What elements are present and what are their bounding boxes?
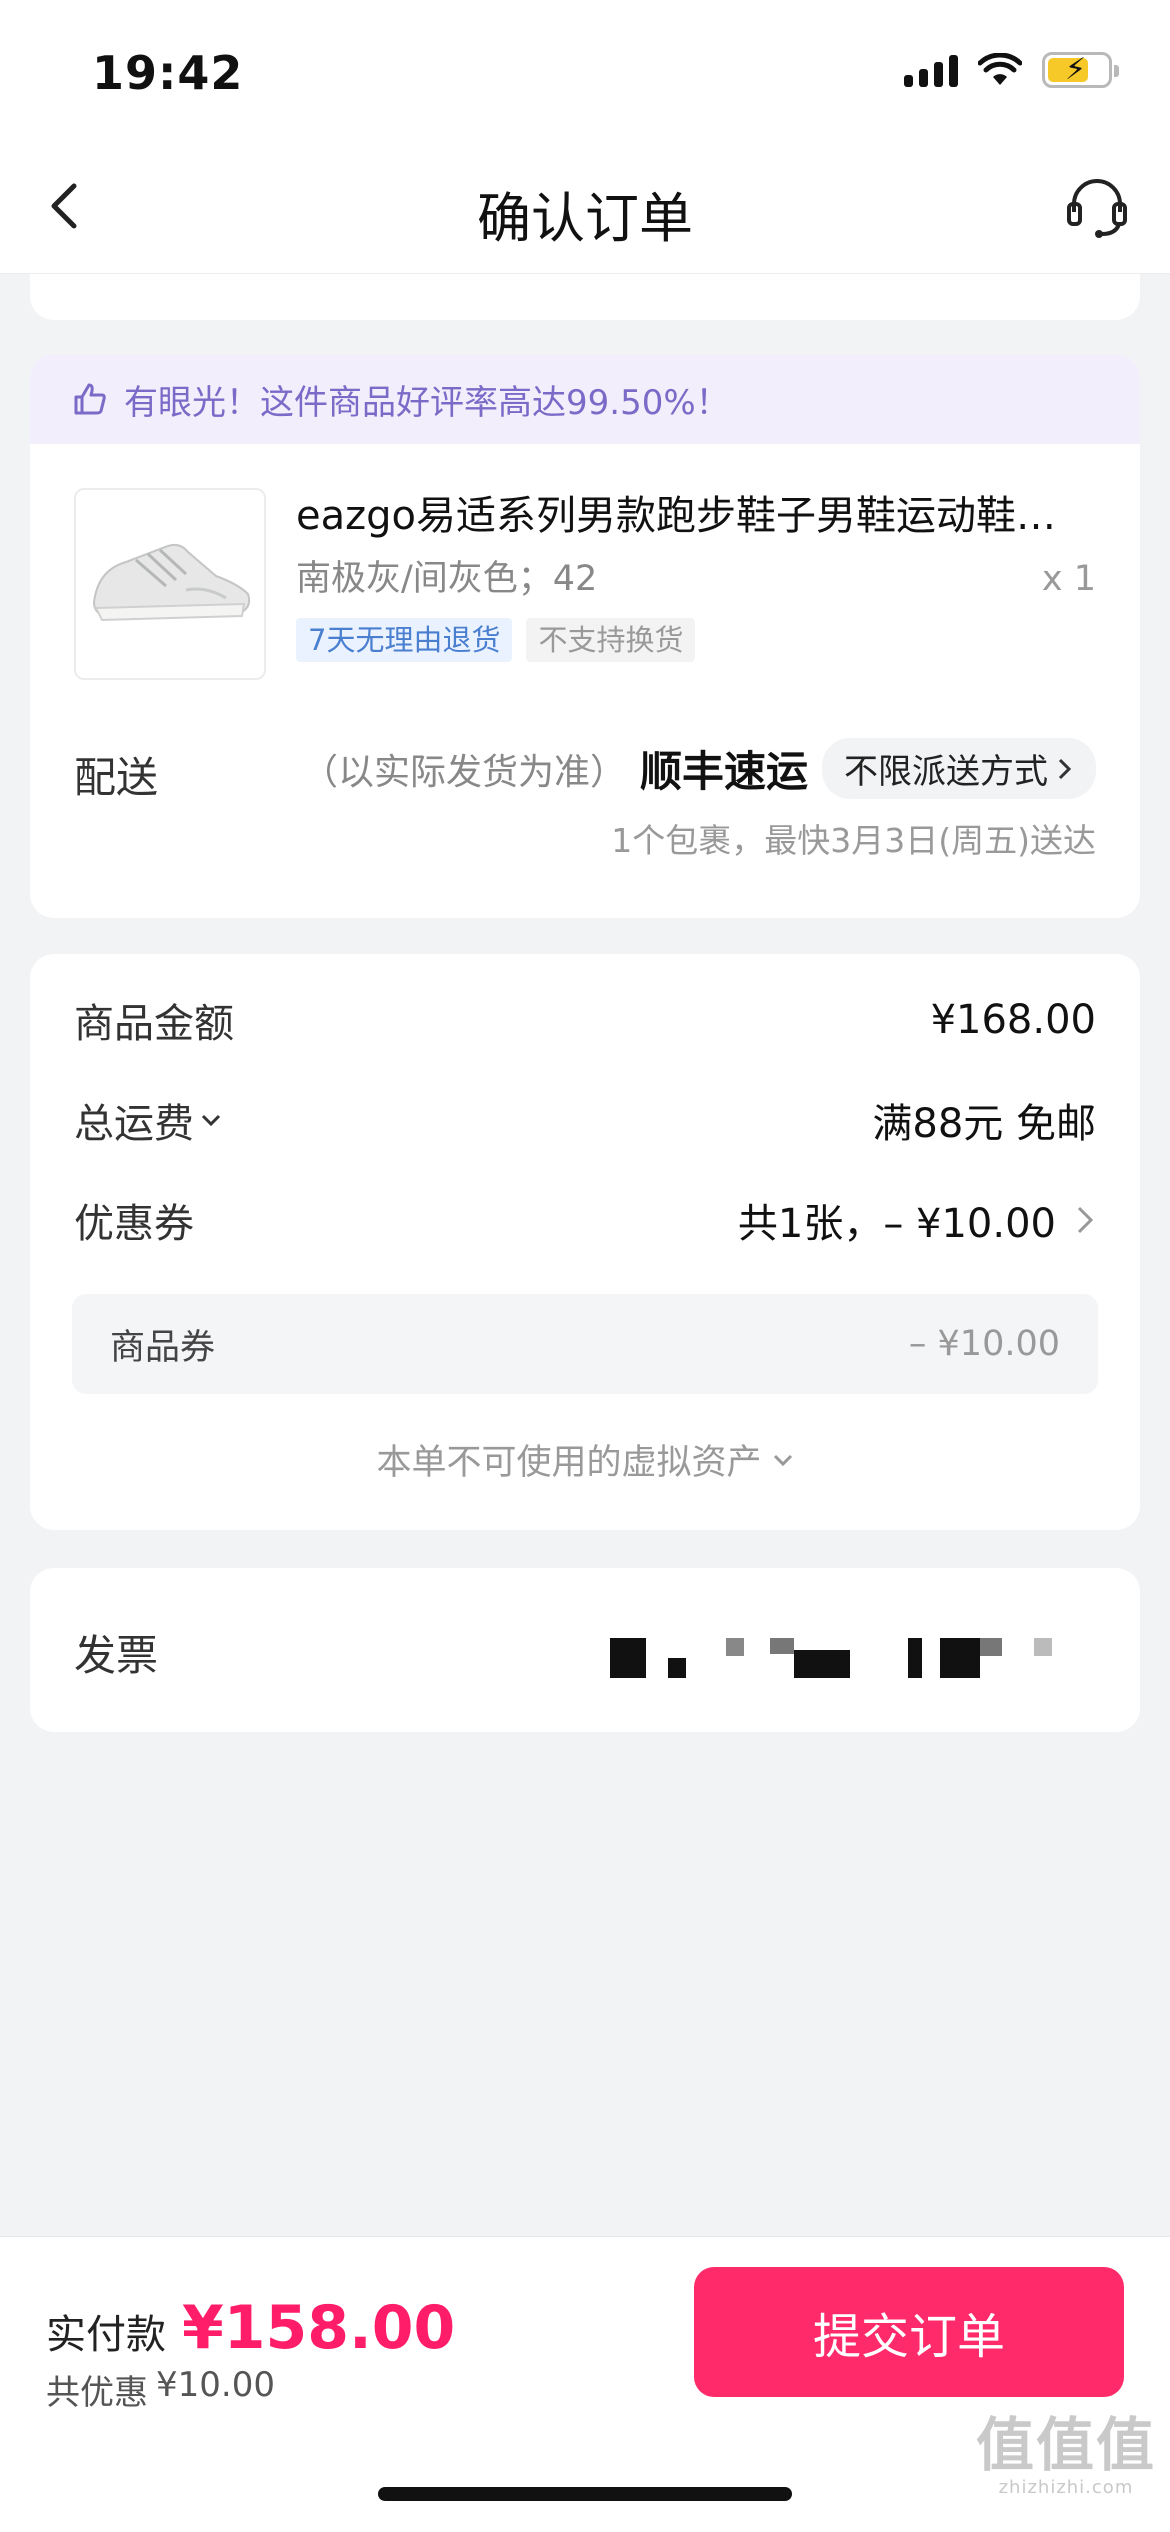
- product-spec: 南极灰/间灰色；42: [296, 559, 598, 599]
- nav-bar: 确认订单: [0, 140, 1170, 274]
- delivery-carrier: 顺丰速运: [639, 747, 808, 796]
- unusable-assets-label: 本单不可使用的虚拟资产: [376, 1443, 762, 1483]
- chevron-down-icon: [773, 1454, 792, 1466]
- goods-coupon-detail: 商品券 – ¥10.00: [72, 1294, 1098, 1394]
- actual-payment-amount: ¥158.00: [182, 2293, 456, 2363]
- cellular-signal-icon: [904, 53, 958, 87]
- unusable-assets-toggle[interactable]: 本单不可使用的虚拟资产: [30, 1434, 1140, 1485]
- status-bar: 19:42 ⚡: [0, 0, 1170, 140]
- invoice-card[interactable]: 发票: [30, 1568, 1140, 1732]
- redacted-invoice-info: [610, 1638, 1052, 1678]
- watermark-logo: 值值值 zhizhizhi.com: [976, 2413, 1156, 2498]
- delivery-option-label: 不限派送方式: [844, 752, 1048, 792]
- promo-text: 有眼光！这件商品好评率高达99.50%！: [124, 382, 730, 423]
- promo-banner: 有眼光！这件商品好评率高达99.50%！: [30, 354, 1140, 444]
- thumbs-up-icon: [74, 383, 106, 415]
- wifi-icon: [978, 53, 1022, 85]
- chevron-right-icon: [1058, 758, 1072, 779]
- page-title: 确认订单: [477, 187, 693, 250]
- goods-coupon-value: – ¥10.00: [908, 1324, 1060, 1364]
- goods-amount-value: ¥168.00: [930, 997, 1096, 1043]
- product-card: 有眼光！这件商品好评率高达99.50%！ eazgo易适系列男款跑步鞋子男鞋运动…: [30, 354, 1140, 918]
- goods-amount-label: 商品金额: [74, 1001, 234, 1047]
- coupon-row[interactable]: 优惠券 共1张，– ¥10.00: [74, 1190, 1096, 1250]
- shipping-label: 总运费: [74, 1101, 194, 1147]
- delivery-note: （以实际发货为准）: [301, 751, 626, 793]
- coupon-value: 共1张，– ¥10.00: [737, 1201, 1056, 1247]
- actual-payment: 实付款 ¥158.00: [46, 2293, 455, 2363]
- product-quantity: x 1: [1041, 559, 1096, 599]
- return-policy-tag: 7天无理由退货: [296, 618, 513, 662]
- total-discount-label: 共优惠: [46, 2373, 148, 2413]
- product-item[interactable]: eazgo易适系列男款跑步鞋子男鞋运动鞋… 南极灰/间灰色；42 x 1 7天无…: [74, 488, 1096, 684]
- status-icons: ⚡: [904, 52, 1119, 88]
- home-indicator[interactable]: [378, 2487, 792, 2501]
- checkout-bar: 实付款 ¥158.00 共优惠 ¥10.00 提交订单 值值值 zhizhizh…: [0, 2236, 1170, 2532]
- shoe-image: [92, 543, 251, 622]
- delivery-label: 配送: [74, 753, 159, 802]
- product-image[interactable]: [74, 488, 266, 680]
- chevron-right-icon[interactable]: [1074, 1202, 1096, 1238]
- watermark-url: zhizhizhi.com: [998, 2477, 1134, 2498]
- invoice-label: 发票: [74, 1631, 159, 1680]
- customer-service-icon[interactable]: [1064, 174, 1130, 240]
- delivery-eta: 1个包裹，最快3月3日(周五)送达: [611, 821, 1096, 860]
- shipping-value: 满88元 免邮: [872, 1101, 1096, 1147]
- total-discount-value: ¥10.00: [156, 2365, 275, 2405]
- goods-coupon-label: 商品券: [110, 1327, 216, 1368]
- cost-summary-card: 商品金额 ¥168.00 总运费 满88元 免邮 优惠券 共1张，– ¥10.0…: [30, 954, 1140, 1530]
- address-card-bottom: [30, 274, 1140, 320]
- delivery-method: （以实际发货为准） 顺丰速运 不限派送方式: [302, 738, 1096, 799]
- total-discount: 共优惠 ¥10.00: [46, 2365, 275, 2414]
- status-time: 19:42: [92, 46, 244, 100]
- battery-icon: ⚡: [1042, 52, 1119, 88]
- chevron-down-icon[interactable]: [200, 1112, 222, 1128]
- coupon-label: 优惠券: [74, 1201, 194, 1247]
- watermark-text: 值值值: [975, 2411, 1156, 2479]
- product-name: eazgo易适系列男款跑步鞋子男鞋运动鞋…: [296, 493, 1056, 539]
- goods-amount-row: 商品金额 ¥168.00: [74, 990, 1096, 1050]
- submit-order-button[interactable]: 提交订单: [694, 2267, 1124, 2397]
- shipping-row[interactable]: 总运费 满88元 免邮: [74, 1090, 1096, 1150]
- delivery-option-button[interactable]: 不限派送方式: [822, 738, 1096, 799]
- actual-payment-label: 实付款: [46, 2312, 166, 2358]
- exchange-policy-tag: 不支持换货: [526, 618, 696, 662]
